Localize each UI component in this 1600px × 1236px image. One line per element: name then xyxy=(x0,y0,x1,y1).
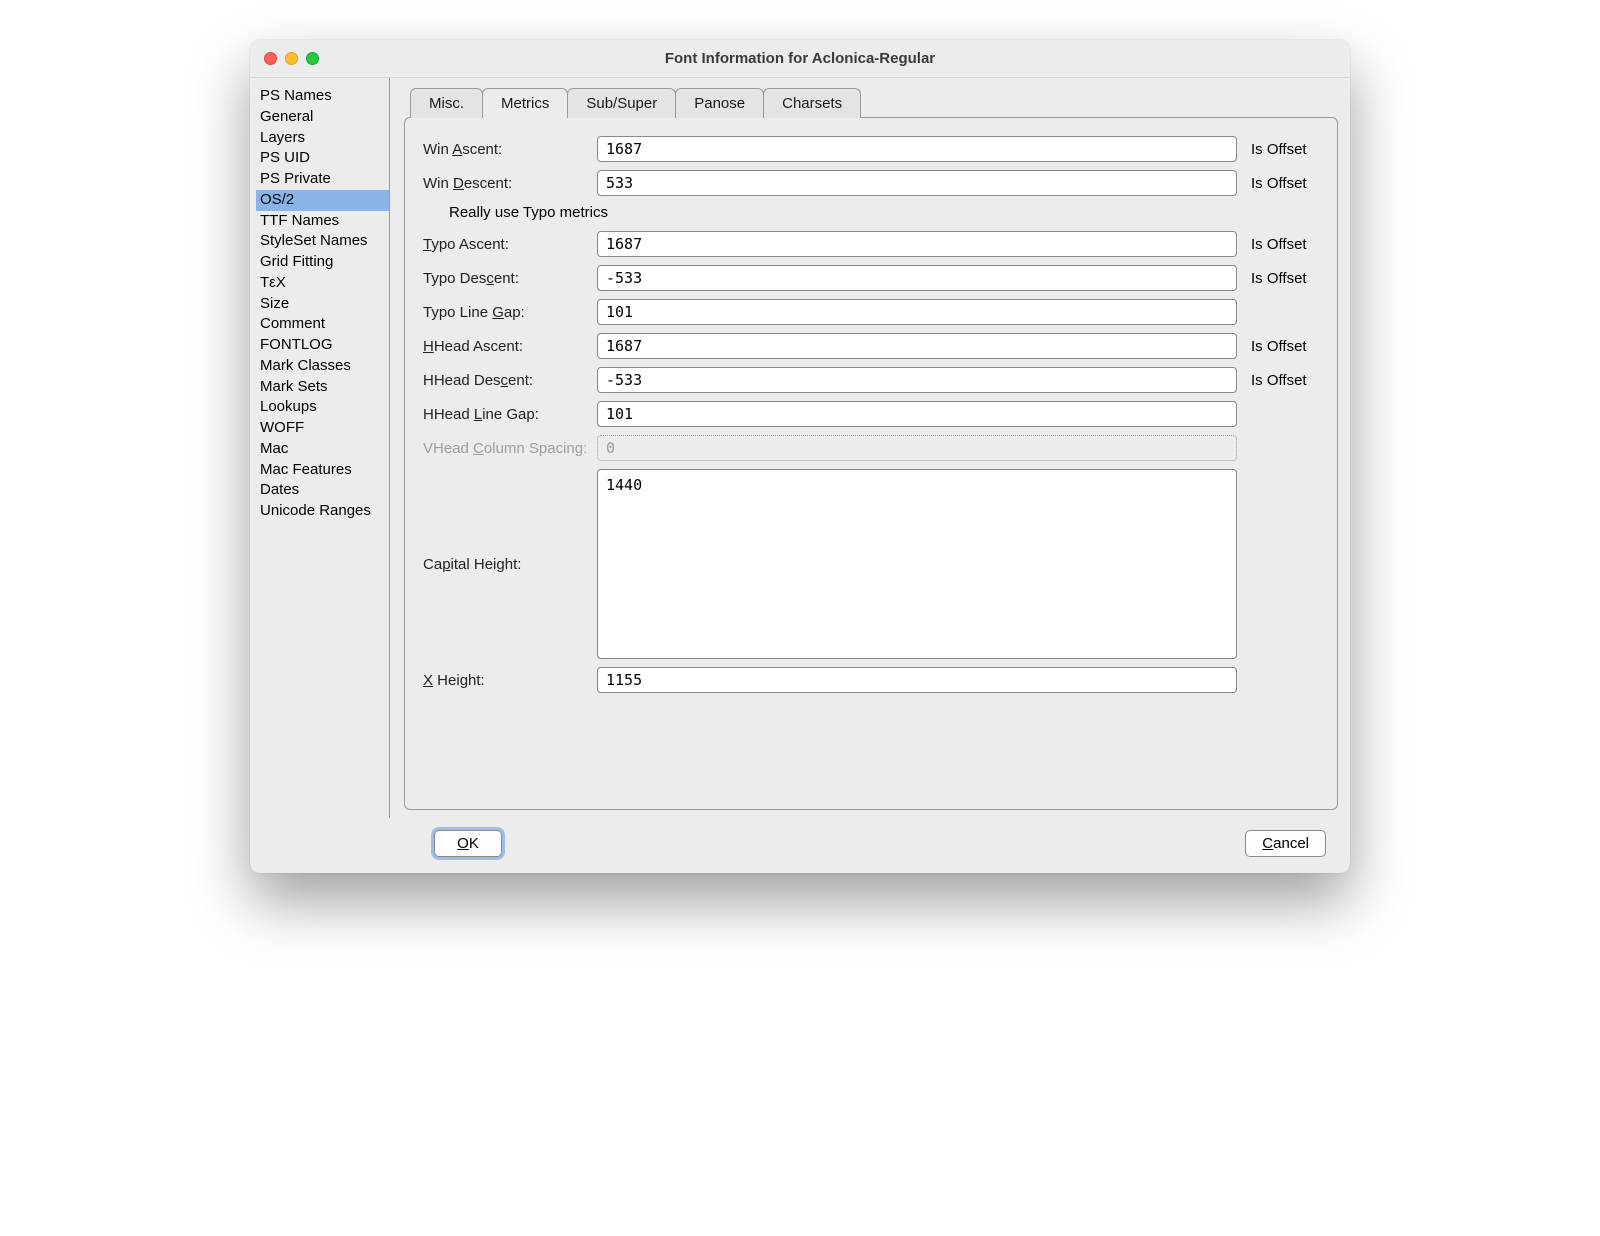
x-height-label: X Height: xyxy=(423,672,591,689)
win-descent-label: Win Descent: xyxy=(423,175,591,192)
typo-linegap-input[interactable] xyxy=(597,299,1237,325)
vhead-colspacing-input xyxy=(597,435,1237,461)
tab-row: Misc.MetricsSub/SuperPanoseCharsets xyxy=(410,88,1338,118)
tab-sub-super[interactable]: Sub/Super xyxy=(567,88,676,118)
win-ascent-label: Win Ascent: xyxy=(423,141,591,158)
typo-descent-input[interactable] xyxy=(597,265,1237,291)
tab-metrics[interactable]: Metrics xyxy=(482,88,568,118)
minimize-icon[interactable] xyxy=(285,52,298,65)
win-descent-row: Win Descent: Is Offset xyxy=(423,170,1319,196)
typo-ascent-input[interactable] xyxy=(597,231,1237,257)
sidebar-item-ttf-names[interactable]: TTF Names xyxy=(256,211,389,232)
hhead-linegap-row: HHead Line Gap: xyxy=(423,401,1319,427)
sidebar-item-mac[interactable]: Mac xyxy=(256,439,389,460)
sidebar-item-ps-private[interactable]: PS Private xyxy=(256,169,389,190)
vhead-colspacing-row: VHead Column Spacing: xyxy=(423,435,1319,461)
ok-button[interactable]: OK xyxy=(434,830,502,857)
sidebar-item-unicode-ranges[interactable]: Unicode Ranges xyxy=(256,501,389,522)
sidebar-item-ps-uid[interactable]: PS UID xyxy=(256,148,389,169)
sidebar-item-ps-names[interactable]: PS Names xyxy=(256,86,389,107)
hhead-descent-label: HHead Descent: xyxy=(423,372,591,389)
cancel-button[interactable]: Cancel xyxy=(1245,830,1326,857)
sidebar-item-lookups[interactable]: Lookups xyxy=(256,397,389,418)
dialog-footer: OK Cancel xyxy=(250,818,1350,873)
typo-descent-row: Typo Descent: Is Offset xyxy=(423,265,1319,291)
hhead-ascent-row: HHead Ascent: Is Offset xyxy=(423,333,1319,359)
sidebar-item-size[interactable]: Size xyxy=(256,294,389,315)
x-height-input[interactable] xyxy=(597,667,1237,693)
typo-descent-label: Typo Descent: xyxy=(423,270,591,287)
sidebar-item-mark-sets[interactable]: Mark Sets xyxy=(256,377,389,398)
hhead-linegap-input[interactable] xyxy=(597,401,1237,427)
hhead-ascent-input[interactable] xyxy=(597,333,1237,359)
font-info-window: Font Information for Aclonica-Regular PS… xyxy=(250,40,1350,873)
really-use-typo-label[interactable]: Really use Typo metrics xyxy=(423,204,1319,221)
zoom-icon[interactable] xyxy=(306,52,319,65)
sidebar-item-fontlog[interactable]: FONTLOG xyxy=(256,335,389,356)
sidebar-item-general[interactable]: General xyxy=(256,107,389,128)
sidebar-item-comment[interactable]: Comment xyxy=(256,314,389,335)
sidebar-item-layers[interactable]: Layers xyxy=(256,128,389,149)
capital-height-input[interactable] xyxy=(597,469,1237,659)
sidebar-item-styleset-names[interactable]: StyleSet Names xyxy=(256,231,389,252)
hhead-descent-offset-label[interactable]: Is Offset xyxy=(1243,372,1319,389)
typo-descent-offset-label[interactable]: Is Offset xyxy=(1243,270,1319,287)
sidebar-item-mac-features[interactable]: Mac Features xyxy=(256,460,389,481)
sidebar-item-os-2[interactable]: OS/2 xyxy=(256,190,389,211)
typo-ascent-offset-label[interactable]: Is Offset xyxy=(1243,236,1319,253)
sidebar-item-t-x[interactable]: TεX xyxy=(256,273,389,294)
hhead-ascent-label: HHead Ascent: xyxy=(423,338,591,355)
hhead-descent-row: HHead Descent: Is Offset xyxy=(423,367,1319,393)
window-title: Font Information for Aclonica-Regular xyxy=(262,50,1338,67)
window-controls xyxy=(264,52,319,65)
tab-panose[interactable]: Panose xyxy=(675,88,764,118)
typo-ascent-label: Typo Ascent: xyxy=(423,236,591,253)
x-height-row: X Height: xyxy=(423,667,1319,693)
tab-misc-[interactable]: Misc. xyxy=(410,88,483,118)
win-ascent-offset-label[interactable]: Is Offset xyxy=(1243,141,1319,158)
hhead-ascent-offset-label[interactable]: Is Offset xyxy=(1243,338,1319,355)
capital-height-row: Capital Height: xyxy=(423,469,1319,659)
sidebar-item-mark-classes[interactable]: Mark Classes xyxy=(256,356,389,377)
sidebar-item-woff[interactable]: WOFF xyxy=(256,418,389,439)
typo-linegap-row: Typo Line Gap: xyxy=(423,299,1319,325)
category-sidebar: PS NamesGeneralLayersPS UIDPS PrivateOS/… xyxy=(250,78,390,818)
capital-height-label: Capital Height: xyxy=(423,556,591,573)
close-icon[interactable] xyxy=(264,52,277,65)
win-descent-offset-label[interactable]: Is Offset xyxy=(1243,175,1319,192)
win-descent-input[interactable] xyxy=(597,170,1237,196)
typo-ascent-row: Typo Ascent: Is Offset xyxy=(423,231,1319,257)
vhead-colspacing-label: VHead Column Spacing: xyxy=(423,440,591,457)
typo-linegap-label: Typo Line Gap: xyxy=(423,304,591,321)
hhead-linegap-label: HHead Line Gap: xyxy=(423,406,591,423)
sidebar-item-dates[interactable]: Dates xyxy=(256,480,389,501)
win-ascent-row: Win Ascent: Is Offset xyxy=(423,136,1319,162)
hhead-descent-input[interactable] xyxy=(597,367,1237,393)
win-ascent-input[interactable] xyxy=(597,136,1237,162)
titlebar: Font Information for Aclonica-Regular xyxy=(250,40,1350,78)
tab-charsets[interactable]: Charsets xyxy=(763,88,861,118)
sidebar-item-grid-fitting[interactable]: Grid Fitting xyxy=(256,252,389,273)
metrics-panel: Win Ascent: Is Offset Win Descent: Is Of… xyxy=(404,117,1338,810)
